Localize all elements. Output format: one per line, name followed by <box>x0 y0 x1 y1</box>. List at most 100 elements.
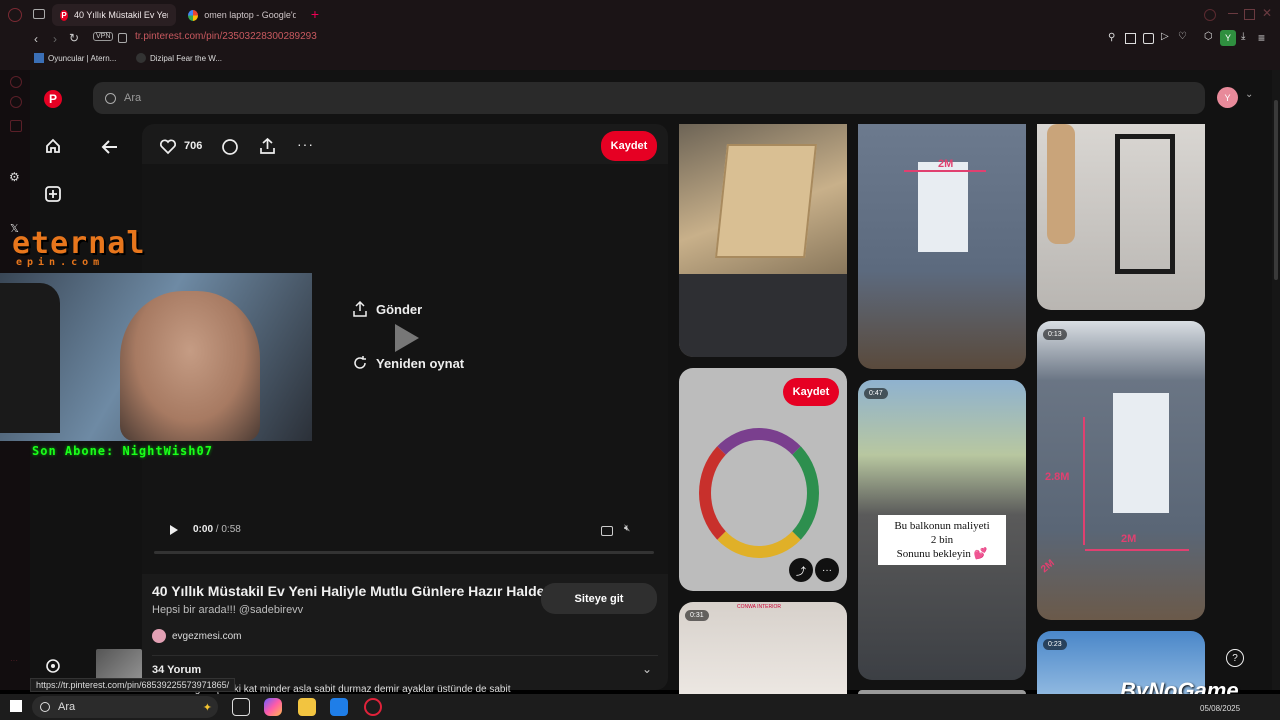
taskbar-search[interactable]: Ara ✦ <box>32 696 218 718</box>
last-subscriber: Son Abone: NightWish07 <box>32 444 213 458</box>
source-link[interactable]: evgezmesi.com <box>152 629 241 643</box>
pin-card[interactable]: 0:47 Bu balkonun maliyeti 2 bin Sonunu b… <box>858 380 1026 680</box>
page-scrollbar[interactable] <box>1272 70 1280 690</box>
pin-card[interactable] <box>679 124 847 357</box>
store-icon[interactable] <box>330 698 348 716</box>
replay-action[interactable]: Yeniden oynat <box>352 355 464 371</box>
tab-google[interactable]: omen laptop - Google'da <box>180 4 304 26</box>
menu-icon[interactable]: ≡ <box>1258 31 1265 45</box>
pin-title: 40 Yıllık Müstakil Ev Yeni Haliyle Mutlu… <box>152 583 550 599</box>
heart-icon[interactable] <box>159 138 177 155</box>
divider <box>152 655 658 656</box>
pin-card[interactable]: 2M <box>858 124 1026 369</box>
wood-panel-image <box>715 144 817 258</box>
more-icon[interactable]: ··· <box>10 656 18 665</box>
pin-tab-icon[interactable]: ⚲ <box>1108 32 1115 43</box>
lock-icon <box>118 33 127 43</box>
duration-badge: 0:47 <box>864 388 888 399</box>
balcony-caption: Bu balkonun maliyeti 2 bin Sonunu bekley… <box>878 515 1006 565</box>
forward-icon[interactable]: › <box>53 32 57 46</box>
duration-badge: 0:31 <box>685 610 709 621</box>
comment-icon[interactable] <box>221 138 239 156</box>
window-image <box>918 162 968 252</box>
card-save-button[interactable]: Kaydet <box>783 378 839 406</box>
pinterest-logo-icon[interactable]: P <box>44 90 62 108</box>
search-placeholder: Ara <box>124 92 142 104</box>
file-explorer-icon[interactable] <box>298 698 316 716</box>
send-action[interactable]: Gönder <box>352 301 422 317</box>
taskbar-date: 05/08/2025 <box>1200 704 1241 713</box>
mute-icon[interactable]: 🔇︎ <box>624 523 630 534</box>
chevron-down-icon[interactable]: ⌄ <box>1245 89 1253 100</box>
settings-icon[interactable] <box>44 657 62 675</box>
user-avatar[interactable]: Y <box>1217 87 1238 108</box>
tab-pinterest[interactable]: P 40 Yıllık Müstakil Ev Yeni Haliyle <box>52 4 176 26</box>
bookmark-item[interactable]: Oyuncular | Atern... <box>34 53 116 63</box>
snapshot-icon[interactable] <box>1125 33 1136 44</box>
sofa-image <box>679 274 847 357</box>
windows-start-icon[interactable] <box>10 700 22 712</box>
back-icon[interactable]: ‹ <box>34 32 38 46</box>
bookmark-item[interactable]: Dizipal Fear the W... <box>136 53 222 63</box>
mirror-image <box>699 428 819 558</box>
home-icon[interactable] <box>44 137 62 155</box>
video-progress-track[interactable] <box>154 551 654 554</box>
comments-chevron-icon[interactable]: ⌄ <box>642 662 652 676</box>
person-image <box>1047 124 1075 244</box>
minimize-icon[interactable] <box>1228 13 1238 14</box>
opera-taskbar-icon[interactable] <box>364 698 382 716</box>
aria-icon[interactable] <box>10 76 22 88</box>
messenger-icon[interactable] <box>10 96 22 108</box>
create-icon[interactable] <box>44 185 62 203</box>
help-icon[interactable]: ? <box>1226 649 1244 667</box>
upload-icon <box>353 301 367 317</box>
tab-search-icon[interactable] <box>1204 9 1216 21</box>
copilot-icon[interactable] <box>264 698 282 716</box>
url-field[interactable]: tr.pinterest.com/pin/23503228300289293 <box>135 31 317 42</box>
maximize-icon[interactable] <box>1244 9 1255 20</box>
extensions-icon[interactable]: ⬡ <box>1204 31 1213 42</box>
close-window-icon[interactable]: ✕ <box>1262 6 1272 20</box>
profile-avatar[interactable]: Y <box>1220 30 1236 46</box>
source-avatar <box>152 629 166 643</box>
player-icon[interactable]: ▷ <box>1161 31 1169 42</box>
share-icon[interactable] <box>258 137 277 156</box>
more-options-icon[interactable]: ··· <box>297 136 314 152</box>
opera-logo-icon[interactable] <box>8 8 22 22</box>
pin-card[interactable]: Kaydet ⤴ ··· <box>679 368 847 591</box>
reload-icon[interactable]: ↻ <box>69 31 79 45</box>
tab-title: omen laptop - Google'da <box>204 10 296 20</box>
vpn-badge[interactable]: VPN <box>93 32 114 41</box>
pin-card[interactable] <box>1037 124 1205 310</box>
workspaces-icon[interactable] <box>33 9 45 19</box>
visit-site-button[interactable]: Siteye git <box>541 583 657 614</box>
pinterest-favicon-icon: P <box>60 9 68 21</box>
card-share-icon[interactable]: ⤴ <box>789 558 813 582</box>
heart-icon[interactable]: ♡ <box>1178 31 1187 42</box>
comments-header[interactable]: 34 Yorum <box>152 664 201 676</box>
play-icon[interactable] <box>169 524 179 536</box>
new-tab-plus-icon[interactable]: + <box>308 6 322 22</box>
back-arrow-icon[interactable] <box>100 137 120 157</box>
pin-card[interactable]: 0:31 CONWA INTERIOR <box>679 602 847 694</box>
play-large-icon[interactable] <box>393 322 421 354</box>
tab-title: 40 Yıllık Müstakil Ev Yeni Haliyle <box>73 10 168 20</box>
camera-icon[interactable] <box>1143 33 1154 44</box>
search-bar[interactable]: Ara <box>93 82 1205 114</box>
download-icon[interactable]: ⤓ <box>1241 31 1245 42</box>
scrollbar-thumb[interactable] <box>1274 100 1278 280</box>
pin-card[interactable]: 0:13 2.8M 2M 2M <box>1037 321 1205 620</box>
webcam-overlay <box>0 273 312 441</box>
task-view-icon[interactable] <box>232 698 250 716</box>
save-button[interactable]: Kaydet <box>601 131 657 161</box>
chair-image <box>0 283 60 433</box>
address-bar-row: ‹ › ↻ VPN tr.pinterest.com/pin/235032283… <box>0 30 1280 50</box>
status-url: https://tr.pinterest.com/pin/68539225573… <box>30 678 236 692</box>
captions-icon[interactable] <box>601 526 613 536</box>
chatgpt-icon[interactable]: ⚙ <box>9 170 20 184</box>
instagram-icon[interactable] <box>10 120 22 132</box>
browser-tab-strip: P 40 Yıllık Müstakil Ev Yeni Haliyle ome… <box>0 0 1280 30</box>
copilot-sparkle-icon: ✦ <box>202 701 212 714</box>
card-more-icon[interactable]: ··· <box>815 558 839 582</box>
duration-badge: 0:23 <box>1043 639 1067 650</box>
